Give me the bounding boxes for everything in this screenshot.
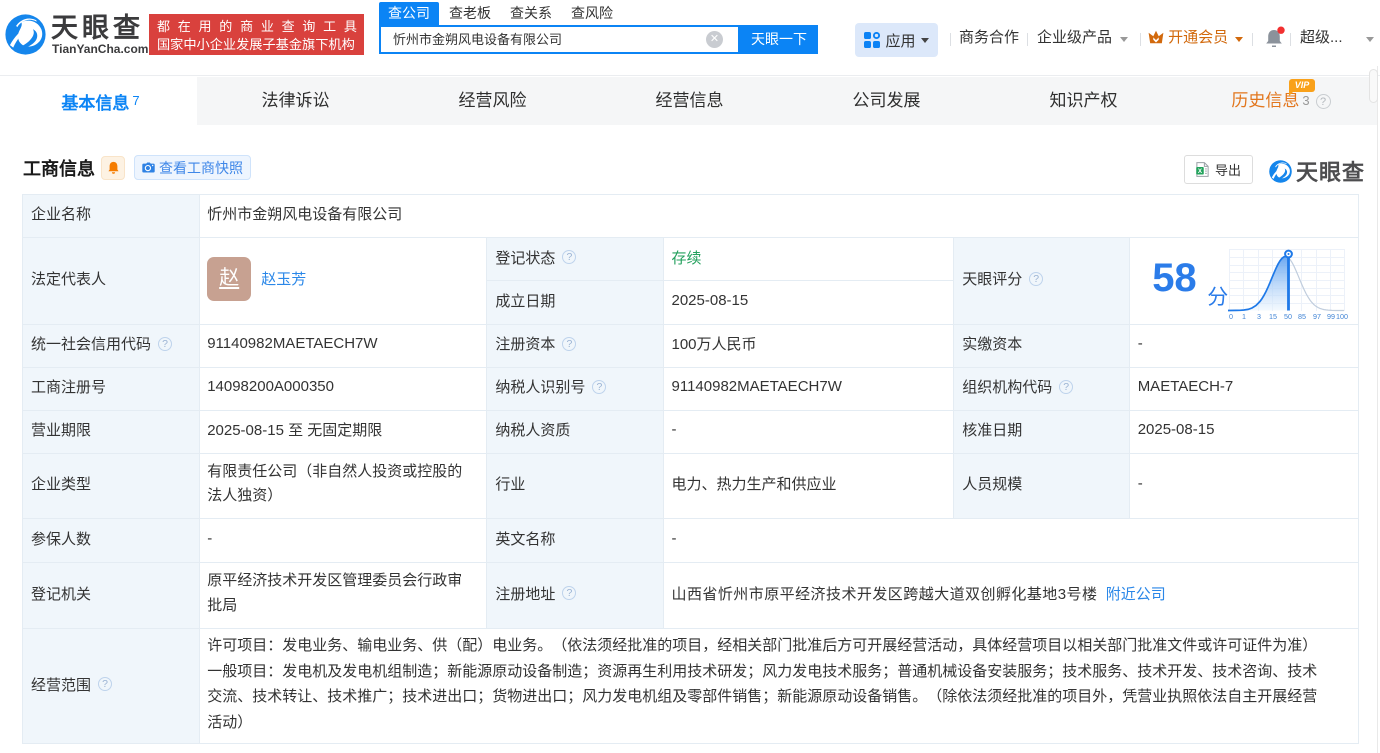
svg-text:100: 100 bbox=[1336, 312, 1348, 321]
svg-text:15: 15 bbox=[1269, 312, 1277, 321]
svg-text:97: 97 bbox=[1313, 312, 1321, 321]
svg-text:85: 85 bbox=[1298, 312, 1306, 321]
svg-text:0: 0 bbox=[1229, 312, 1233, 321]
svg-text:1: 1 bbox=[1242, 312, 1246, 321]
svg-text:50: 50 bbox=[1284, 312, 1292, 321]
svg-text:99: 99 bbox=[1327, 312, 1335, 321]
svg-text:3: 3 bbox=[1257, 312, 1261, 321]
